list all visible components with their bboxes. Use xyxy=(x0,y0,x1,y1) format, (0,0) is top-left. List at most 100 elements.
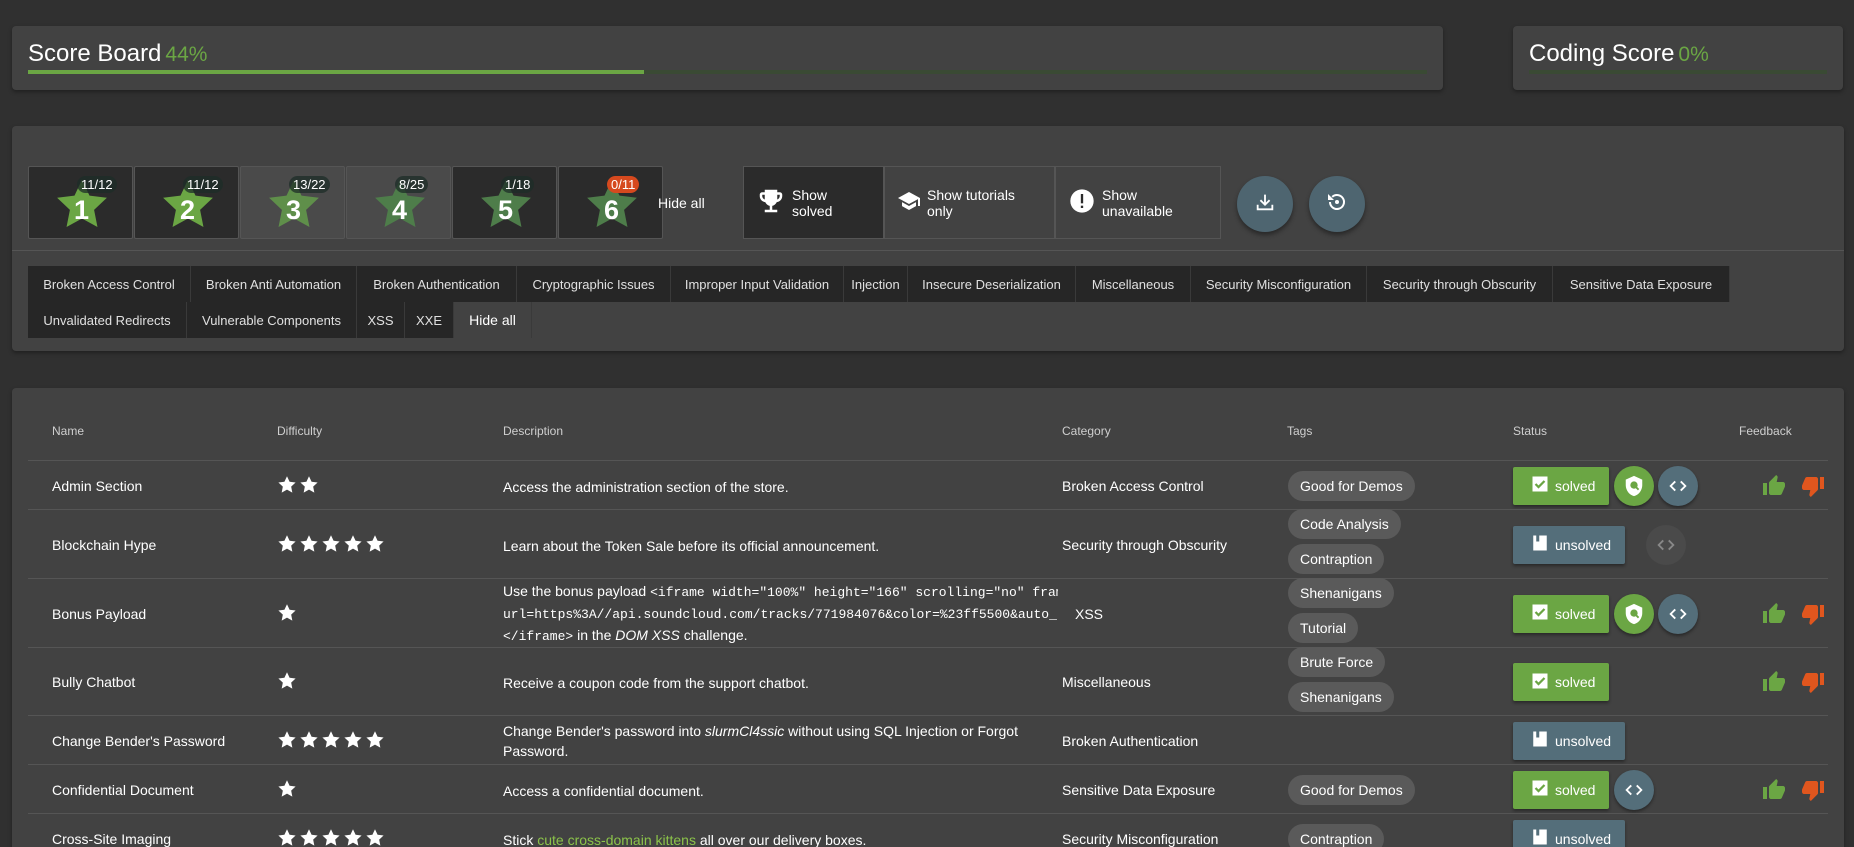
challenge-name: Confidential Document xyxy=(52,781,194,798)
code-icon xyxy=(1657,539,1675,550)
category-filter[interactable]: Security Misconfiguration xyxy=(1191,266,1367,302)
category-filter[interactable]: Vulnerable Components xyxy=(187,302,357,338)
restore-icon xyxy=(1325,190,1349,219)
challenge-category: Broken Authentication xyxy=(1062,732,1199,749)
thumb-down-icon xyxy=(1802,673,1824,693)
category-filter[interactable]: Security through Obscurity xyxy=(1367,266,1553,302)
category-filter[interactable]: Unvalidated Redirects xyxy=(28,302,187,338)
status-label: unsolved xyxy=(1555,830,1612,847)
checkbox-icon xyxy=(1531,475,1549,496)
show-tutorials-label: Show tutorials only xyxy=(927,186,1015,219)
hacking-instructor-button[interactable] xyxy=(1614,465,1654,506)
category-filter[interactable]: Broken Authentication xyxy=(357,266,517,302)
scoreboard-title: Score Board 44% xyxy=(28,40,208,67)
payload-code: url=https%3A//api.soundcloud.com/tracks/… xyxy=(503,607,1058,622)
show-unavailable-toggle[interactable]: Show unavailable xyxy=(1055,166,1221,239)
code-snippet-button[interactable] xyxy=(1614,769,1654,810)
star-icon xyxy=(343,828,365,847)
bookmark-icon xyxy=(1531,828,1549,847)
description-text: without using SQL Injection or Forgot xyxy=(784,723,1018,739)
difficulty-filter-3[interactable]: 3 13/22 xyxy=(240,166,345,239)
challenge-name: Cross-Site Imaging xyxy=(52,830,172,847)
code-snippet-button[interactable] xyxy=(1658,465,1698,506)
category-filter[interactable]: XSS xyxy=(357,302,405,338)
table-row: Bonus Payload Use the bonus payload <ifra… xyxy=(28,578,1828,647)
restore-progress-button[interactable] xyxy=(1309,176,1365,232)
status-button[interactable]: unsolved xyxy=(1513,525,1626,564)
challenge-name: Bonus Payload xyxy=(52,605,147,622)
thumb-down-button[interactable] xyxy=(1801,602,1825,631)
thumb-up-button[interactable] xyxy=(1762,474,1786,503)
star-icon xyxy=(277,475,299,498)
table-row: Change Bender's Password Change Bender's … xyxy=(28,715,1828,764)
kittens-link[interactable]: cute cross-domain kittens xyxy=(537,832,696,847)
thumb-down-button[interactable] xyxy=(1801,670,1825,699)
challenge-description: Stick cute cross-domain kittens all over… xyxy=(503,830,1058,847)
show-solved-toggle[interactable]: Show solved xyxy=(743,166,884,239)
status-button[interactable]: unsolved xyxy=(1513,819,1626,847)
difficulty-stars xyxy=(277,534,387,557)
difficulty-filter-2[interactable]: 2 11/12 xyxy=(134,166,239,239)
column-header-description: Description xyxy=(503,424,564,438)
category-filter[interactable]: Injection xyxy=(844,266,908,302)
category-filter[interactable]: Sensitive Data Exposure xyxy=(1553,266,1730,302)
status-label: unsolved xyxy=(1555,732,1612,749)
bookmark-icon xyxy=(1531,534,1549,555)
status-button[interactable]: solved xyxy=(1513,663,1610,701)
category-filter[interactable]: Miscellaneous xyxy=(1076,266,1191,302)
description-text: Change Bender's password into xyxy=(503,723,705,739)
thumb-up-button[interactable] xyxy=(1762,602,1786,631)
checkbox-icon xyxy=(1531,603,1549,624)
challenge-description: Change Bender's password into slurmCl4ss… xyxy=(503,721,1058,761)
category-filter[interactable]: Cryptographic Issues xyxy=(517,266,671,302)
tag-chip: Code Analysis xyxy=(1288,509,1401,539)
code-snippet-button[interactable] xyxy=(1658,593,1698,634)
code-icon xyxy=(1625,784,1643,795)
difficulty-filter-4[interactable]: 4 8/25 xyxy=(346,166,451,239)
tag-chip: Good for Demos xyxy=(1288,470,1415,501)
thumb-down-button[interactable] xyxy=(1801,474,1825,503)
status-button[interactable]: solved xyxy=(1513,594,1610,633)
category-filter[interactable]: Broken Access Control xyxy=(28,266,191,302)
status-label: solved xyxy=(1555,674,1596,690)
difficulty-solved-count: 11/12 xyxy=(183,176,223,193)
thumb-down-icon xyxy=(1802,780,1824,801)
column-header-category: Category xyxy=(1062,424,1111,438)
tag-chip: Tutorial xyxy=(1288,613,1359,643)
download-progress-button[interactable] xyxy=(1237,176,1293,232)
difficulty-solved-count: 11/12 xyxy=(77,176,117,193)
description-text: challenge. xyxy=(679,627,748,643)
thumb-up-button[interactable] xyxy=(1762,670,1786,699)
challenge-description: Receive a coupon code from the support c… xyxy=(503,675,809,691)
category-hide-all-button[interactable]: Hide all xyxy=(454,302,532,338)
status-label: solved xyxy=(1555,781,1596,798)
star-icon xyxy=(299,534,321,557)
difficulty-solved-count: 1/18 xyxy=(501,176,535,193)
difficulty-filter-1[interactable]: 1 11/12 xyxy=(28,166,133,239)
thumb-down-icon xyxy=(1802,476,1824,497)
thumb-down-button[interactable] xyxy=(1801,778,1825,807)
challenge-name: Change Bender's Password xyxy=(52,732,226,749)
status-button[interactable]: solved xyxy=(1513,466,1610,505)
challenge-category: Security Misconfiguration xyxy=(1062,830,1219,847)
filter-divider xyxy=(12,250,1844,251)
show-solved-label: Show solved xyxy=(792,186,833,219)
difficulty-hide-all-button[interactable]: Hide all xyxy=(658,195,705,211)
thumb-up-button[interactable] xyxy=(1762,778,1786,807)
difficulty-filter-5[interactable]: 5 1/18 xyxy=(452,166,557,239)
coding-score-title: Coding Score 0% xyxy=(1529,40,1709,67)
show-tutorials-toggle[interactable]: Show tutorials only xyxy=(884,166,1055,239)
star-icon xyxy=(321,828,343,847)
status-button[interactable]: solved xyxy=(1513,770,1610,809)
challenge-description: Access the administration section of the… xyxy=(503,478,789,495)
difficulty-filter-6[interactable]: 6 0/11 xyxy=(558,166,663,239)
hacking-instructor-button[interactable] xyxy=(1614,593,1654,634)
description-text: in the xyxy=(573,627,616,643)
status-button[interactable]: unsolved xyxy=(1513,721,1626,760)
category-filter[interactable]: Insecure Deserialization xyxy=(908,266,1076,302)
scoreboard-progress-bar xyxy=(28,70,1427,74)
category-filter[interactable]: XXE xyxy=(405,302,454,338)
category-filter[interactable]: Improper Input Validation xyxy=(671,266,844,302)
category-filter[interactable]: Broken Anti Automation xyxy=(191,266,357,302)
bookmark-icon xyxy=(1531,730,1549,751)
